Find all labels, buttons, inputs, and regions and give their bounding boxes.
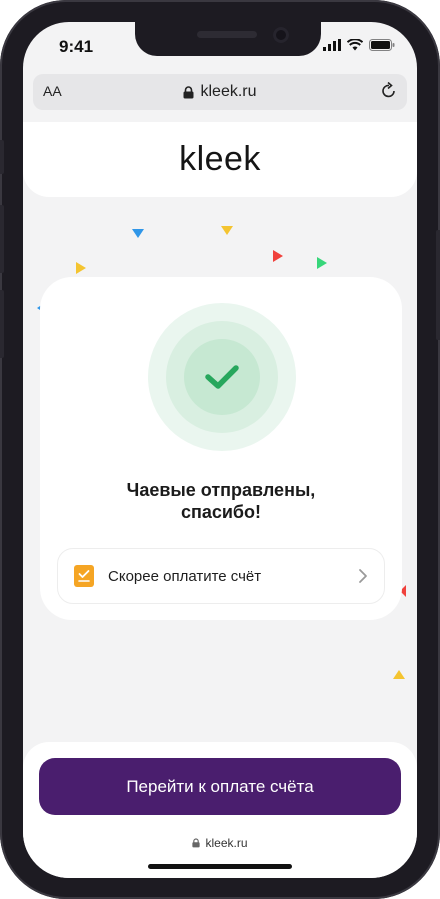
notch bbox=[135, 22, 321, 56]
check-icon bbox=[205, 365, 239, 389]
battery-icon bbox=[369, 39, 395, 51]
phone-volume-up bbox=[0, 205, 4, 273]
success-title: Чаевые отправлены, спасибо! bbox=[126, 480, 316, 522]
bottom-sheet: Перейти к оплате счёта kleek.ru bbox=[23, 742, 417, 878]
chevron-right-icon bbox=[359, 569, 367, 583]
success-ring-inner bbox=[184, 339, 260, 415]
confetti-yellow bbox=[221, 226, 233, 235]
speaker bbox=[197, 31, 257, 38]
text-size-button[interactable]: AA bbox=[43, 83, 62, 99]
wifi-icon bbox=[347, 39, 363, 51]
screen: 9:41 AA kleek.ru kleek Чаевые отправлены… bbox=[23, 22, 417, 878]
signal-icon bbox=[323, 39, 341, 51]
kleek-logo[interactable]: kleek bbox=[179, 140, 261, 179]
lock-icon bbox=[183, 85, 194, 98]
footer-url-text: kleek.ru bbox=[205, 836, 248, 850]
phone-frame: 9:41 AA kleek.ru kleek Чаевые отправлены… bbox=[0, 0, 440, 899]
status-time: 9:41 bbox=[59, 37, 94, 56]
success-card: Чаевые отправлены, спасибо! Скорее оплат… bbox=[40, 277, 402, 620]
reload-icon[interactable] bbox=[379, 81, 399, 101]
pay-bill-label: Скорее оплатите счёт bbox=[108, 567, 262, 585]
url-text: kleek.ru bbox=[200, 83, 257, 100]
footer-url: kleek.ru bbox=[23, 836, 417, 850]
phone-side-button bbox=[0, 140, 4, 174]
status-icons bbox=[323, 39, 395, 51]
home-indicator[interactable] bbox=[148, 864, 292, 869]
receipt-icon bbox=[74, 565, 94, 587]
confetti-red bbox=[273, 250, 283, 262]
url-display[interactable]: kleek.ru bbox=[183, 83, 257, 101]
lock-icon bbox=[192, 838, 201, 848]
pay-bill-row[interactable]: Скорее оплатите счёт bbox=[57, 548, 385, 604]
confetti-yellow bbox=[393, 670, 405, 679]
phone-volume-down bbox=[0, 290, 4, 358]
confetti-yellow bbox=[76, 262, 86, 274]
confetti-green bbox=[317, 257, 327, 269]
phone-power-button bbox=[436, 230, 440, 340]
front-camera bbox=[273, 27, 289, 43]
confetti-blue bbox=[132, 229, 144, 238]
address-bar[interactable]: AA kleek.ru bbox=[33, 74, 407, 110]
go-to-payment-button[interactable]: Перейти к оплате счёта bbox=[39, 758, 401, 815]
site-header: kleek bbox=[23, 122, 417, 197]
